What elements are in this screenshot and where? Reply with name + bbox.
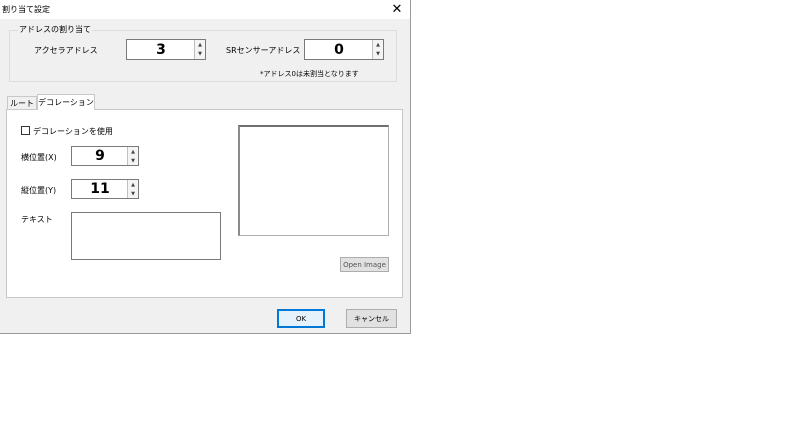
image-preview bbox=[238, 125, 389, 236]
cancel-button[interactable]: キャンセル bbox=[346, 309, 397, 328]
decoration-text-input[interactable] bbox=[71, 212, 221, 260]
tab-decoration-label: デコレーション bbox=[38, 98, 94, 107]
horizontal-position-label: 横位置(X) bbox=[21, 153, 57, 162]
sensor-address-spinner[interactable]: 0 ▲ ▼ bbox=[304, 39, 384, 60]
vertical-position-arrows: ▲ ▼ bbox=[127, 180, 138, 198]
tab-route[interactable]: ルート bbox=[7, 96, 37, 110]
close-icon[interactable]: ✕ bbox=[384, 0, 410, 19]
title-bar: 割り当て設定 ✕ bbox=[0, 0, 410, 19]
access-address-value[interactable]: 3 bbox=[127, 40, 195, 59]
address-group-label: アドレスの割り当て bbox=[18, 24, 92, 35]
horizontal-position-value[interactable]: 9 bbox=[72, 147, 128, 165]
vertical-position-spinner[interactable]: 11 ▲ ▼ bbox=[71, 179, 139, 199]
ok-button[interactable]: OK bbox=[277, 309, 325, 328]
access-address-label: アクセラアドレス bbox=[34, 46, 98, 55]
use-decoration-label[interactable]: デコレーションを使用 bbox=[33, 126, 113, 137]
sensor-address-label: SRセンサーアドレス bbox=[226, 46, 301, 55]
open-image-button[interactable]: Open Image bbox=[340, 257, 389, 272]
horizontal-position-spinner[interactable]: 9 ▲ ▼ bbox=[71, 146, 139, 166]
vertical-position-label: 縦位置(Y) bbox=[21, 186, 57, 195]
horizontal-position-arrows: ▲ ▼ bbox=[127, 147, 138, 165]
address-note: *アドレス0は未割当となります bbox=[260, 70, 359, 78]
assignment-settings-dialog: 割り当て設定 ✕ アドレスの割り当て アクセラアドレス 3 ▲ ▼ SRセンサー… bbox=[0, 0, 411, 334]
spin-down-icon[interactable]: ▼ bbox=[128, 156, 138, 165]
tab-route-label: ルート bbox=[10, 99, 34, 108]
access-address-arrows: ▲ ▼ bbox=[194, 40, 205, 59]
spin-down-icon[interactable]: ▼ bbox=[373, 49, 383, 59]
sensor-address-value[interactable]: 0 bbox=[305, 40, 373, 59]
sensor-address-arrows: ▲ ▼ bbox=[372, 40, 383, 59]
use-decoration-checkbox[interactable] bbox=[21, 126, 30, 135]
vertical-position-value[interactable]: 11 bbox=[72, 180, 128, 198]
text-label: テキスト bbox=[21, 215, 53, 224]
tab-decoration[interactable]: デコレーション bbox=[37, 94, 95, 110]
spin-down-icon[interactable]: ▼ bbox=[128, 189, 138, 198]
access-address-spinner[interactable]: 3 ▲ ▼ bbox=[126, 39, 206, 60]
window-title: 割り当て設定 bbox=[2, 5, 50, 14]
spin-down-icon[interactable]: ▼ bbox=[195, 49, 205, 59]
